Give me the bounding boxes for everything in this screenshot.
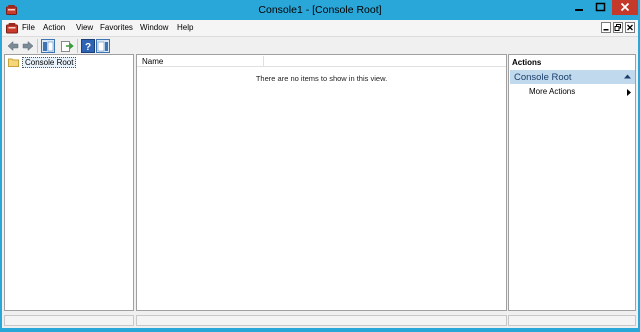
close-button[interactable] [612,0,638,15]
toolbar: ? [2,36,638,54]
close-icon [627,24,633,31]
column-header-name[interactable]: Name [142,57,163,66]
console-tree-pane[interactable]: Console Root [4,54,134,311]
menu-favorites[interactable]: Favorites [100,23,133,32]
forward-arrow-icon[interactable] [21,39,35,53]
collapse-up-icon[interactable] [624,74,631,79]
menu-help[interactable]: Help [177,23,193,32]
svg-text:?: ? [85,42,91,53]
child-close-button[interactable] [625,22,635,33]
help-icon[interactable]: ? [81,39,95,53]
show-hide-action-pane-icon[interactable] [96,39,110,53]
column-header[interactable]: Name [137,55,506,67]
menu-bar: File Action View Favorites Window Help [2,20,638,36]
console-frame: File Action View Favorites Window Help ?… [2,20,638,328]
actions-group-label: Console Root [514,72,572,83]
submenu-arrow-icon [627,89,631,96]
empty-list-message: There are no items to show in this view. [255,74,388,83]
toolbar-separator [77,39,78,53]
tree-item-label: Console Root [22,57,77,68]
column-divider[interactable] [263,56,264,66]
show-hide-tree-icon[interactable] [41,39,55,53]
actions-pane-title: Actions [512,58,542,67]
minimize-button[interactable] [569,0,589,15]
status-cell [508,315,636,326]
toolbar-separator [37,39,38,53]
close-icon [620,2,630,12]
maximize-button[interactable] [591,0,610,15]
menu-action[interactable]: Action [43,23,65,32]
window-title: Console1 - [Console Root] [258,4,382,16]
results-pane[interactable]: Name There are no items to show in this … [136,54,507,311]
export-list-icon[interactable] [60,39,74,53]
status-cell [136,315,507,326]
actions-group-header[interactable]: Console Root [510,70,635,84]
folder-icon [8,58,19,67]
menu-view[interactable]: View [76,23,93,32]
status-cell [4,315,134,326]
more-actions-link[interactable]: More Actions [529,87,575,96]
menu-file[interactable]: File [22,23,35,32]
menu-window[interactable]: Window [140,23,168,32]
child-restore-button[interactable] [613,22,623,33]
console-system-menu-icon[interactable] [6,22,18,34]
status-bar [2,314,638,328]
child-minimize-button[interactable] [601,22,611,33]
actions-pane: Actions Console Root More Actions [508,54,636,311]
title-bar[interactable]: Console1 - [Console Root] [0,0,640,20]
back-arrow-icon[interactable] [6,39,20,53]
tree-item-console-root[interactable]: Console Root [8,57,77,68]
mmc-window: Console1 - [Console Root] File Action Vi… [0,0,640,332]
